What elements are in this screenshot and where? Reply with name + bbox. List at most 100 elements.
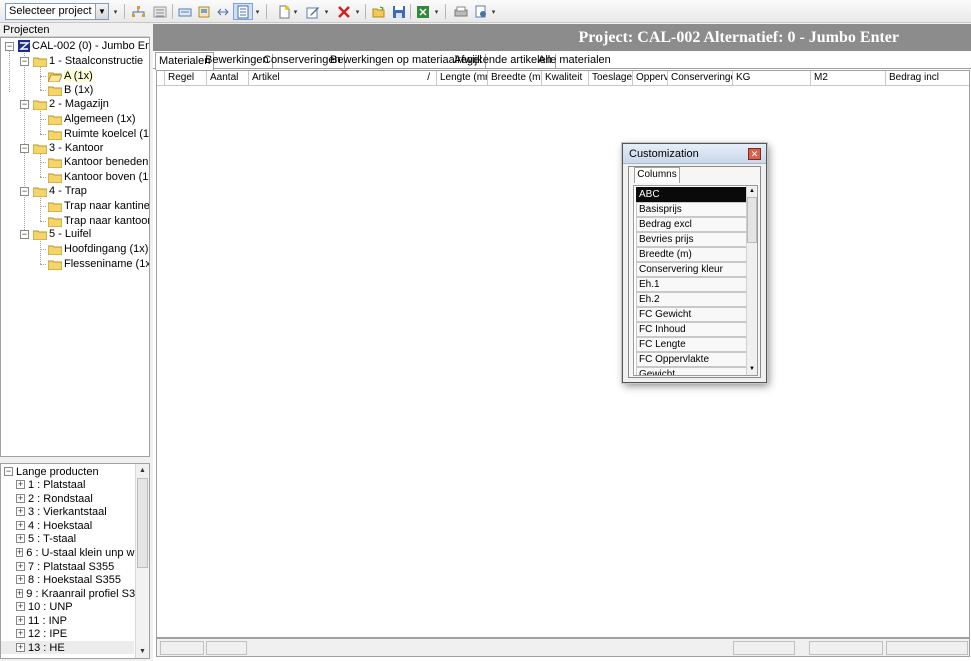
- column-item[interactable]: Bedrag excl: [636, 217, 747, 232]
- collapse-icon[interactable]: −: [20, 186, 29, 196]
- expand-icon[interactable]: +: [16, 507, 25, 516]
- column-header-breedte[interactable]: Breedte (mm): [488, 71, 542, 85]
- keyboard-icon[interactable]: [177, 3, 193, 20]
- tree-group-trap[interactable]: − 4 - Trap: [20, 184, 87, 198]
- column-header-toeslagen[interactable]: Toeslagen: [589, 71, 633, 85]
- expand-icon[interactable]: +: [16, 548, 24, 557]
- materials-grid[interactable]: Regel Aantal Artikel / Lengte (mm) Breed…: [156, 70, 970, 638]
- expand-icon[interactable]: +: [16, 534, 25, 543]
- column-header-artikel[interactable]: Artikel /: [249, 71, 437, 85]
- tree-item-trap-kantoor[interactable]: Trap naar kantoor (1x: [48, 214, 149, 228]
- collapse-icon[interactable]: −: [20, 229, 29, 239]
- product-item[interactable]: +7 : Platstaal S355: [1, 560, 134, 573]
- column-item[interactable]: Eh.2: [636, 292, 747, 307]
- tree-root-project[interactable]: − CAL-002 (0) - Jumbo Enter: [5, 39, 149, 53]
- new-document-icon[interactable]: [276, 3, 292, 20]
- column-header-m2[interactable]: M2: [811, 71, 886, 85]
- collapse-icon[interactable]: −: [20, 143, 29, 153]
- dropdown-arrow-icon[interactable]: ▾: [292, 3, 298, 20]
- product-item[interactable]: +10 : UNP: [1, 600, 134, 613]
- column-item[interactable]: Gewicht: [636, 367, 747, 375]
- dropdown-arrow-icon[interactable]: ▾: [490, 3, 496, 20]
- column-item[interactable]: Breedte (m): [636, 247, 747, 262]
- expand-icon[interactable]: +: [16, 629, 25, 638]
- close-icon[interactable]: ✕: [748, 148, 761, 160]
- printer-icon[interactable]: [453, 3, 469, 20]
- tree-item-ruimte-koelcel[interactable]: Ruimte koelcel (1x): [48, 127, 149, 141]
- edit-icon[interactable]: [305, 3, 321, 20]
- delete-icon[interactable]: [336, 3, 352, 20]
- column-item[interactable]: Bevries prijs: [636, 232, 747, 247]
- tree-group-staalconstructie[interactable]: − 1 - Staalconstructie: [20, 54, 143, 68]
- dialog-title-bar[interactable]: Customization ✕: [623, 144, 766, 164]
- tree-item-algemeen[interactable]: Algemeen (1x): [48, 112, 136, 126]
- column-header-lengte[interactable]: Lengte (mm): [437, 71, 488, 85]
- product-item[interactable]: +6 : U-staal klein unp warmge: [1, 546, 149, 559]
- tree-item-a[interactable]: A (1x): [48, 69, 93, 83]
- expand-icon[interactable]: +: [16, 589, 24, 598]
- scrollbar-thumb[interactable]: [747, 197, 757, 243]
- column-header-bedrag-incl[interactable]: Bedrag incl: [886, 71, 969, 85]
- column-item-selected[interactable]: ABC: [636, 187, 747, 202]
- excel-icon[interactable]: [415, 3, 431, 20]
- scroll-up-icon[interactable]: ▲: [136, 464, 149, 477]
- collapse-icon[interactable]: −: [20, 99, 29, 109]
- list-icon[interactable]: [152, 3, 168, 20]
- product-item[interactable]: +8 : Hoekstaal S355: [1, 573, 134, 586]
- column-header-conserveringen[interactable]: Conserveringen: [668, 71, 733, 85]
- open-folder-icon[interactable]: [371, 3, 387, 20]
- column-item[interactable]: FC Gewicht: [636, 307, 747, 322]
- column-header-aantal[interactable]: Aantal: [207, 71, 249, 85]
- dropdown-arrow-icon[interactable]: ▾: [433, 3, 439, 20]
- column-header-regel[interactable]: Regel: [165, 71, 207, 85]
- column-header-kg[interactable]: KG: [733, 71, 811, 85]
- expand-icon[interactable]: +: [16, 602, 25, 611]
- columns-list-scrollbar[interactable]: ▲ ▼: [746, 186, 757, 375]
- tree-view-icon[interactable]: [233, 3, 253, 20]
- column-header-oppervl[interactable]: Oppervl: [633, 71, 668, 85]
- scroll-up-icon[interactable]: ▲: [747, 186, 757, 197]
- product-item[interactable]: +11 : INP: [1, 614, 134, 627]
- arrows-icon[interactable]: [216, 3, 230, 20]
- scroll-down-icon[interactable]: ▼: [136, 645, 149, 658]
- product-item[interactable]: +4 : Hoekstaal: [1, 519, 134, 532]
- collapse-icon[interactable]: −: [20, 56, 29, 66]
- tree-item-kantoor-boven[interactable]: Kantoor boven (1x): [48, 170, 149, 184]
- column-item[interactable]: Basisprijs: [636, 202, 747, 217]
- product-item[interactable]: +2 : Rondstaal: [1, 492, 134, 505]
- print-options-icon[interactable]: [473, 3, 489, 20]
- products-root[interactable]: − Lange producten: [1, 465, 134, 478]
- save-icon[interactable]: [391, 3, 407, 20]
- column-header-kwaliteit[interactable]: Kwaliteit: [542, 71, 589, 85]
- column-item[interactable]: FC Lengte: [636, 337, 747, 352]
- collapse-icon[interactable]: −: [5, 41, 14, 51]
- expand-icon[interactable]: +: [16, 643, 25, 652]
- expand-icon[interactable]: +: [16, 521, 25, 530]
- products-scrollbar[interactable]: ▲ ▼: [135, 464, 149, 658]
- product-item[interactable]: +12 : IPE: [1, 627, 134, 640]
- columns-list[interactable]: ABC Basisprijs Bedrag excl Bevries prijs…: [633, 185, 758, 376]
- tab-alle-materialen[interactable]: Alle materialen: [535, 54, 614, 69]
- project-select[interactable]: Selecteer project ▼: [5, 3, 109, 20]
- product-item[interactable]: +9 : Kraanrail profiel S355: [1, 587, 147, 600]
- dropdown-arrow-icon[interactable]: ▾: [354, 3, 360, 20]
- tree-group-magazijn[interactable]: − 2 - Magazijn: [20, 97, 109, 111]
- expand-icon[interactable]: +: [16, 616, 25, 625]
- print-preview-icon[interactable]: [196, 3, 212, 20]
- expand-icon[interactable]: +: [16, 562, 25, 571]
- tree-item-b[interactable]: B (1x): [48, 83, 93, 97]
- expand-icon[interactable]: +: [16, 575, 25, 584]
- column-item[interactable]: Eh.1: [636, 277, 747, 292]
- column-item[interactable]: Conservering kleur: [636, 262, 747, 277]
- dropdown-arrow-icon[interactable]: ▾: [323, 3, 329, 20]
- expand-icon[interactable]: +: [16, 494, 25, 503]
- product-item[interactable]: +1 : Platstaal: [1, 478, 134, 491]
- dropdown-arrow-icon[interactable]: ▾: [254, 3, 260, 20]
- tree-item-hoofdingang[interactable]: Hoofdingang (1x): [48, 242, 148, 256]
- expand-icon[interactable]: +: [16, 480, 25, 489]
- structure-icon[interactable]: [130, 3, 146, 20]
- tree-group-kantoor[interactable]: − 3 - Kantoor: [20, 141, 103, 155]
- collapse-icon[interactable]: −: [4, 467, 13, 476]
- column-item[interactable]: FC Inhoud: [636, 322, 747, 337]
- tree-group-luifel[interactable]: − 5 - Luifel: [20, 227, 91, 241]
